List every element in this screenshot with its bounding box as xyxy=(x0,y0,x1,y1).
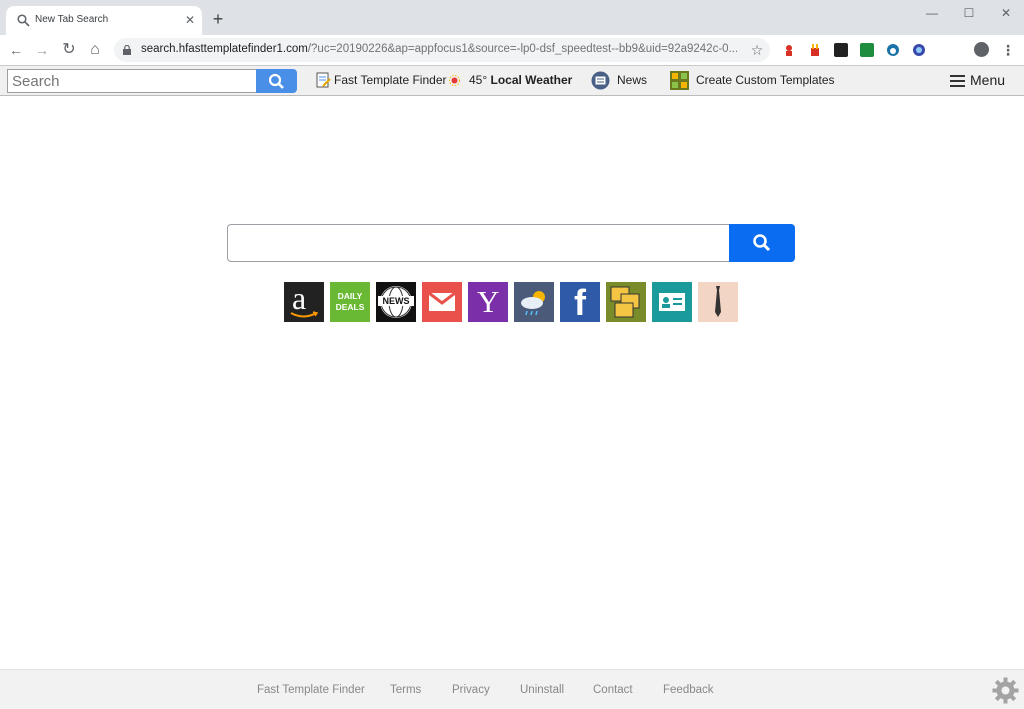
minimize-button[interactable]: — xyxy=(917,4,947,22)
tab-title: New Tab Search xyxy=(35,14,109,25)
tab-strip: New Tab Search ✕ + — ☐ ✕ xyxy=(0,0,1024,35)
footer-link-terms[interactable]: Terms xyxy=(390,684,421,696)
documents-icon xyxy=(610,286,640,318)
url-text: search.hfasttemplatefinder1.com/?uc=2019… xyxy=(141,43,737,55)
id-card-icon xyxy=(659,293,685,311)
footer-link-uninstall[interactable]: Uninstall xyxy=(520,684,564,696)
tile-weather[interactable] xyxy=(514,282,554,322)
url-path: /?uc=20190226&ap=appfocus1&source=-lp0-d… xyxy=(307,43,737,55)
yahoo-icon: Y xyxy=(477,284,500,319)
temperature: 45° xyxy=(469,73,488,87)
bookmark-star-icon[interactable]: ☆ xyxy=(749,42,765,58)
extension-fries-icon[interactable] xyxy=(808,43,822,57)
menu-label: Menu xyxy=(970,72,1006,88)
search-icon xyxy=(268,73,284,89)
news-label: NEWS xyxy=(378,296,414,306)
tab-close-icon[interactable]: ✕ xyxy=(183,13,197,27)
news-icon xyxy=(591,71,610,90)
back-button[interactable]: ← xyxy=(7,41,25,59)
tile-id-card[interactable] xyxy=(652,282,692,322)
footer-link-template-finder[interactable]: Fast Template Finder xyxy=(257,684,365,696)
tile-amazon[interactable]: a xyxy=(284,280,324,322)
main-search-input[interactable] xyxy=(227,224,729,262)
tile-gmail[interactable] xyxy=(422,282,462,322)
tile-daily-deals[interactable]: DAILY DEALS xyxy=(330,282,370,322)
toolbar-search-button[interactable] xyxy=(256,69,297,93)
lock-icon xyxy=(123,45,131,55)
weather-link[interactable]: 45° Local Weather xyxy=(469,73,572,87)
cloud-sun-icon xyxy=(521,291,545,316)
footer-link-feedback[interactable]: Feedback xyxy=(663,684,714,696)
maximize-button[interactable]: ☐ xyxy=(954,4,984,22)
extension-toolbar: Fast Template Finder 45° Local Weather N… xyxy=(0,65,1024,96)
extension-green-icon[interactable] xyxy=(860,43,874,57)
search-icon xyxy=(17,14,30,27)
home-button[interactable]: ⌂ xyxy=(86,41,104,59)
envelope-icon xyxy=(428,292,456,311)
facebook-icon: f xyxy=(574,282,586,323)
tile-facebook[interactable]: f xyxy=(560,282,600,323)
url-host: search.hfasttemplatefinder1.com xyxy=(141,43,308,55)
create-templates-link[interactable]: Create Custom Templates xyxy=(696,73,835,87)
extension-globe-icon[interactable] xyxy=(912,43,926,57)
address-bar[interactable]: search.hfasttemplatefinder1.com/?uc=2019… xyxy=(114,38,770,62)
browser-tab[interactable]: New Tab Search ✕ xyxy=(6,6,202,35)
footer-link-privacy[interactable]: Privacy xyxy=(452,684,490,696)
hamburger-icon xyxy=(950,75,965,87)
daily-deals-icon: DAILY DEALS xyxy=(335,291,365,312)
template-finder-link[interactable]: Fast Template Finder xyxy=(334,73,447,87)
footer: Fast Template Finder Terms Privacy Unins… xyxy=(0,669,1024,709)
chrome-menu-icon[interactable]: ⋮ xyxy=(1001,42,1015,58)
main-search xyxy=(227,224,795,262)
extension-monitor-icon[interactable] xyxy=(834,43,848,57)
extension-red-icon[interactable] xyxy=(782,43,796,57)
search-icon xyxy=(753,234,771,252)
tile-news[interactable]: NEWS xyxy=(376,282,416,322)
browser-toolbar: ← → ↻ ⌂ search.hfasttemplatefinder1.com/… xyxy=(0,35,1024,65)
sun-icon xyxy=(449,75,460,86)
extension-gauge-icon[interactable] xyxy=(886,43,900,57)
template-finder-icon xyxy=(316,72,331,88)
local-weather-label: Local Weather xyxy=(490,73,573,87)
toolbar-search-input[interactable] xyxy=(7,69,257,93)
forward-button[interactable]: → xyxy=(33,41,51,59)
gear-icon[interactable] xyxy=(992,677,1019,704)
news-link[interactable]: News xyxy=(617,73,647,87)
profile-avatar-icon[interactable] xyxy=(974,42,989,57)
new-tab-button[interactable]: + xyxy=(209,10,227,28)
tile-tie[interactable] xyxy=(698,282,738,322)
tie-icon xyxy=(715,286,721,317)
main-search-button[interactable] xyxy=(729,224,795,262)
reload-button[interactable]: ↻ xyxy=(60,41,78,59)
create-templates-icon xyxy=(670,71,689,90)
tile-yahoo[interactable]: Y xyxy=(468,282,508,322)
close-window-button[interactable]: ✕ xyxy=(991,4,1021,22)
tile-templates[interactable] xyxy=(606,282,646,322)
footer-link-contact[interactable]: Contact xyxy=(593,684,633,696)
